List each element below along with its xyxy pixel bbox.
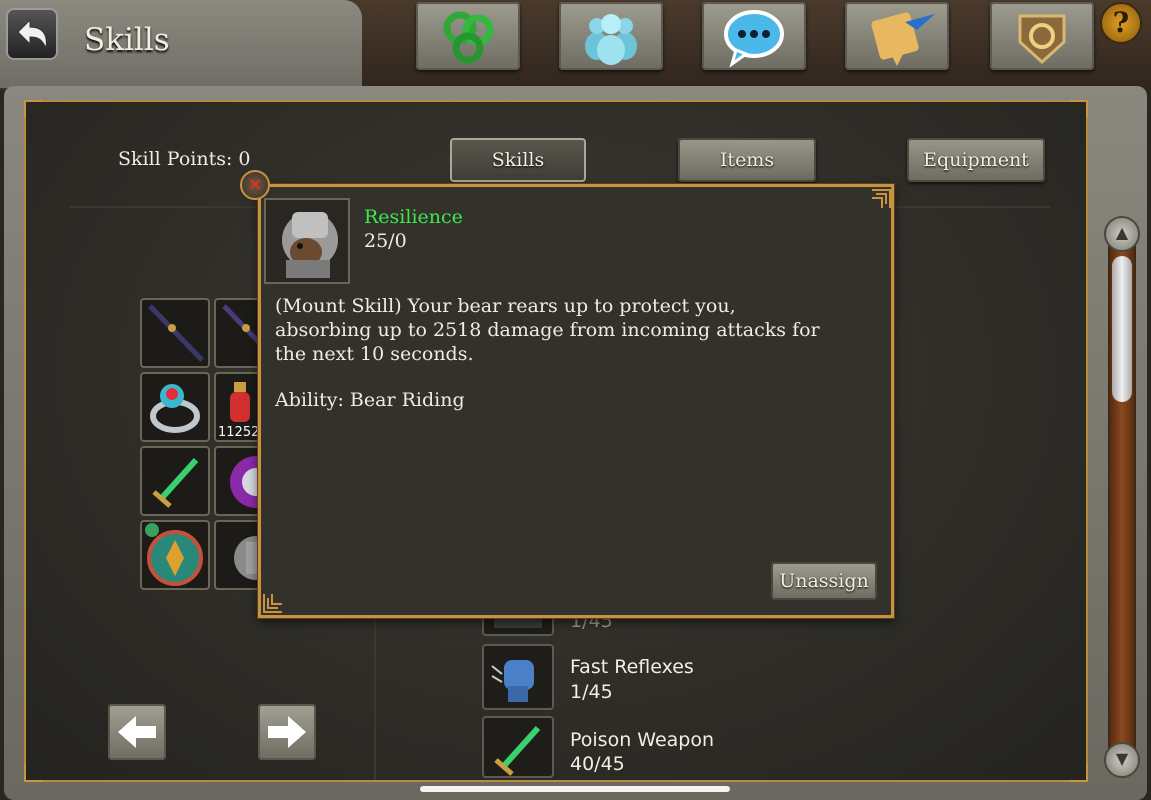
skill-icon-poison-weapon[interactable] (482, 716, 554, 778)
panel-corner (1070, 100, 1088, 118)
home-indicator[interactable] (420, 786, 730, 792)
page-title: Skills (84, 22, 170, 58)
item-count: 11252 (218, 425, 260, 440)
skill-level: 40/45 (570, 753, 625, 775)
inventory-slot[interactable] (140, 446, 210, 516)
chevron-up-icon: ▲ (1115, 223, 1129, 242)
amulet-icon (145, 523, 203, 586)
arrow-right-icon (268, 716, 306, 748)
divider (374, 600, 376, 780)
armored-bear-icon (266, 200, 348, 282)
scroll-down-button[interactable]: ▼ (1104, 742, 1140, 778)
skills-tree-icon (443, 11, 494, 64)
nav-guild-button[interactable] (559, 2, 663, 70)
sword-icon (152, 457, 199, 508)
back-button[interactable] (6, 8, 58, 60)
skill-level: 1/45 (570, 681, 613, 703)
chat-icon (724, 10, 784, 68)
tab-equipment[interactable]: Equipment (907, 138, 1045, 182)
corner-knot-icon (872, 189, 891, 208)
corner-knot-icon (263, 594, 282, 613)
panel-corner (24, 100, 42, 118)
chevron-down-icon: ▼ (1115, 749, 1129, 768)
scroll-up-button[interactable]: ▲ (1104, 216, 1140, 252)
skill-points-label: Skill Points: 0 (118, 148, 251, 170)
nav-skills-button[interactable] (416, 2, 520, 70)
arrow-left-icon (118, 716, 156, 748)
close-tooltip-button[interactable]: × (240, 170, 270, 200)
skill-name: Fast Reflexes (570, 656, 694, 678)
quests-icon (871, 12, 935, 66)
crest-icon (1018, 14, 1066, 65)
skill-name: Poison Weapon (570, 729, 715, 751)
nav-chat-button[interactable] (702, 2, 806, 70)
inventory-slot[interactable] (140, 372, 210, 442)
skill-description: (Mount Skill) Your bear rears up to prot… (275, 295, 820, 365)
prev-page-button[interactable] (108, 704, 166, 760)
panel-corner (24, 764, 42, 782)
inventory-slot[interactable] (140, 520, 210, 590)
skill-rank: 25/0 (364, 230, 407, 252)
next-page-button[interactable] (258, 704, 316, 760)
skill-ability: Ability: Bear Riding (275, 389, 465, 411)
panel-corner (1070, 764, 1088, 782)
fist-icon (491, 660, 534, 702)
skill-portrait (264, 198, 350, 284)
skill-title: Resilience (364, 206, 463, 228)
staff-icon (148, 304, 204, 362)
tab-skills[interactable]: Skills (450, 138, 586, 182)
unassign-button[interactable]: Unassign (771, 562, 877, 600)
close-icon: × (247, 174, 263, 195)
tab-items[interactable]: Items (678, 138, 816, 182)
nav-crest-button[interactable] (990, 2, 1094, 70)
ring-icon (150, 384, 200, 433)
nav-quests-button[interactable] (845, 2, 949, 70)
skill-icon-fast-reflexes[interactable] (482, 644, 554, 710)
back-arrow-icon (17, 18, 47, 50)
guild-icon (585, 14, 637, 65)
help-button[interactable]: ? (1100, 2, 1142, 44)
inventory-slot[interactable] (140, 298, 210, 368)
scrollbar-thumb[interactable] (1112, 256, 1132, 402)
poison-dagger-icon (494, 725, 541, 776)
